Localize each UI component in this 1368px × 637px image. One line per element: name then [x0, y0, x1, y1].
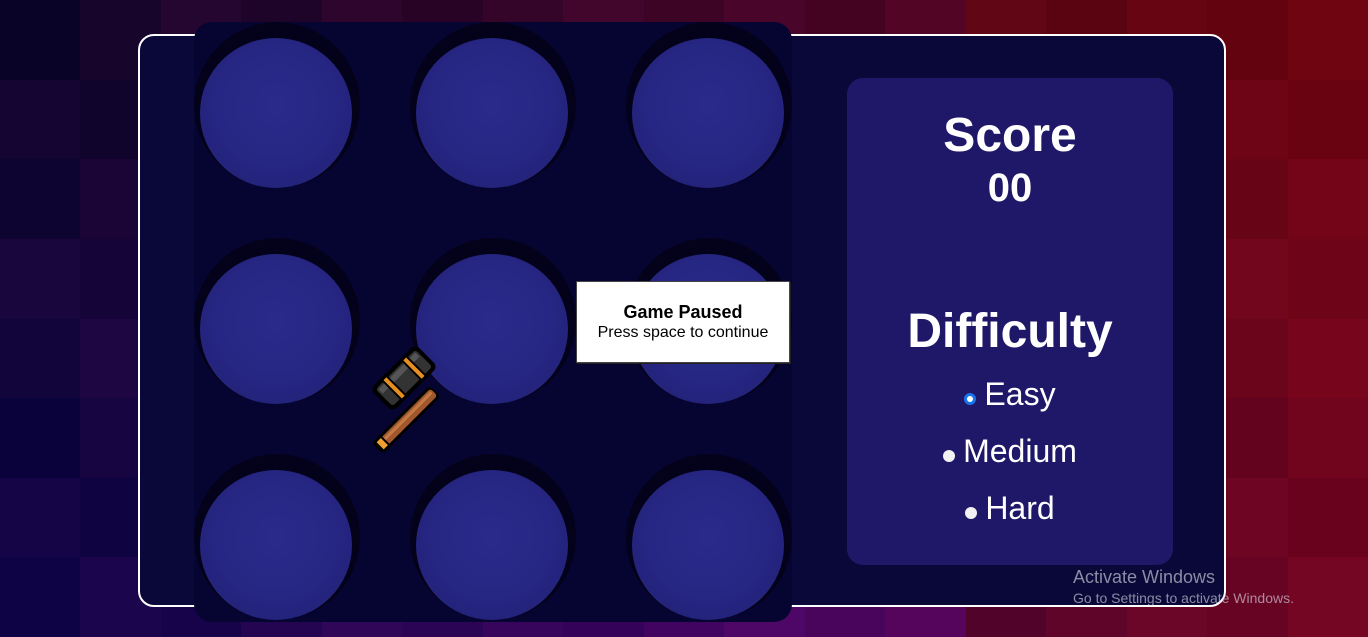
- mole-hole[interactable]: [626, 454, 792, 620]
- watermark-title: Activate Windows: [1073, 567, 1216, 587]
- mole-hole[interactable]: [194, 454, 360, 620]
- pause-title: Game Paused: [623, 302, 743, 322]
- mole-hole-inner: [200, 470, 352, 620]
- score-panel: Score 00 Difficulty Easy Medium Hard: [847, 78, 1173, 565]
- watermark-subtitle: Go to Settings to activate Windows.: [1073, 590, 1294, 606]
- medium-radio[interactable]: [943, 449, 956, 462]
- mole-hole-inner: [416, 38, 568, 188]
- hard-label: Hard: [985, 490, 1055, 526]
- mole-hole[interactable]: [194, 22, 360, 188]
- mole-hole-inner: [416, 470, 568, 620]
- easy-radio[interactable]: [964, 392, 977, 405]
- pause-dialog: Game Paused Press space to continue: [576, 281, 790, 363]
- mole-hole-inner: [200, 254, 352, 404]
- score-title: Score: [943, 109, 1077, 162]
- difficulty-option-hard[interactable]: Hard: [847, 490, 1173, 527]
- windows-watermark: Activate Windows Go to Settings to activ…: [1073, 566, 1294, 608]
- mole-hole-inner: [632, 38, 784, 188]
- difficulty-title: Difficulty: [907, 305, 1113, 358]
- difficulty-option-medium[interactable]: Medium: [847, 433, 1175, 470]
- medium-label: Medium: [963, 433, 1077, 469]
- mole-hole[interactable]: [410, 454, 576, 620]
- mole-hole-inner: [200, 38, 352, 188]
- mole-hole[interactable]: [410, 22, 576, 188]
- hammer-icon: [372, 346, 439, 453]
- difficulty-option-easy[interactable]: Easy: [847, 376, 1173, 413]
- pause-subtitle: Press space to continue: [597, 324, 769, 341]
- score-value: 00: [987, 166, 1033, 210]
- mole-hole-inner: [632, 470, 784, 620]
- easy-label: Easy: [984, 376, 1056, 412]
- hard-radio[interactable]: [965, 506, 978, 519]
- mole-hole[interactable]: [626, 22, 792, 188]
- mole-hole[interactable]: [194, 238, 360, 404]
